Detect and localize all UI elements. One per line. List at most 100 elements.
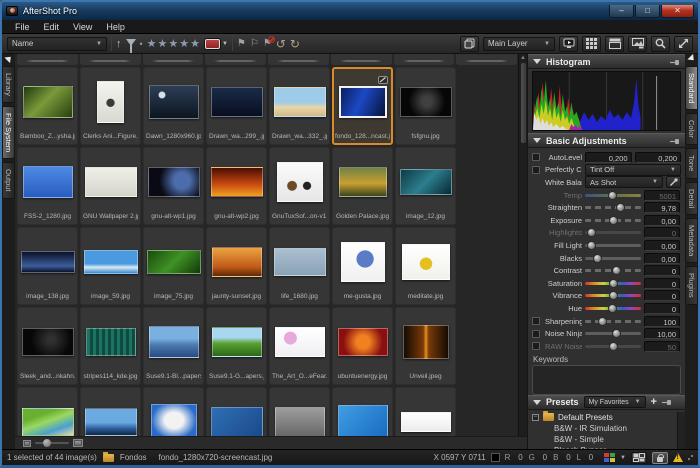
clipped-thumbnail-cell[interactable] <box>17 54 78 65</box>
thumbnail-cell[interactable]: GnuTuxSof...on-v1.jpg <box>269 147 330 225</box>
clipped-thumbnail-cell[interactable] <box>394 54 455 65</box>
thumbnail-cell[interactable]: Drawn_wa...299_.jpg <box>206 67 267 145</box>
tab-tone[interactable]: Tone <box>685 148 698 178</box>
multi-view-icon[interactable] <box>605 36 624 52</box>
menu-file[interactable]: File <box>8 22 37 32</box>
slider-handle[interactable] <box>598 317 607 326</box>
warning-icon[interactable] <box>673 453 683 462</box>
highlights-value[interactable]: 0 <box>644 227 680 238</box>
noise-ninja-checkbox[interactable] <box>532 330 540 338</box>
small-thumbnail-icon[interactable] <box>23 440 31 447</box>
thumbnail-cell[interactable]: ubuntuenergy.jpg <box>332 307 393 385</box>
basic-adjustments-header[interactable]: Basic Adjustments <box>528 133 685 148</box>
saturation-value[interactable]: 0 <box>644 278 680 289</box>
thumbnail-cell[interactable]: image_75.jpg <box>143 227 204 305</box>
pin-icon[interactable] <box>662 393 672 411</box>
vibrance-slider[interactable] <box>585 291 641 300</box>
slider-handle[interactable] <box>612 329 621 338</box>
thumbnail-cell[interactable]: GNU Wallpaper 2.jpg <box>80 147 141 225</box>
flag-reject-icon[interactable]: ⚐ <box>250 37 259 51</box>
white-balance-dropdown[interactable]: As Shot▼ <box>585 176 663 188</box>
thumbnail-cell[interactable]: image_12.jpg <box>395 147 456 225</box>
color-label-dropdown[interactable]: ▼ <box>205 37 228 51</box>
temp-slider[interactable] <box>585 191 641 200</box>
raw-noise-checkbox[interactable] <box>532 342 540 350</box>
thumbnail-cell[interactable]: Sleek_and...nkahn.jpg <box>17 307 78 385</box>
resize-grip[interactable] <box>688 455 693 460</box>
scrollbar-thumb[interactable] <box>521 63 526 143</box>
raw-noise-value[interactable]: 50 <box>644 341 680 352</box>
thumbnail-cell[interactable]: me-gusta.jpg <box>332 227 393 305</box>
preset-item[interactable]: B&W - Simple <box>532 434 677 445</box>
layers-icon[interactable] <box>460 36 479 52</box>
slider-handle[interactable] <box>616 203 625 212</box>
collapse-arrow-icon[interactable] <box>687 54 696 63</box>
straighten-value[interactable]: 9,78 <box>644 202 680 213</box>
thumbnail-cell[interactable]: fondo_128...ncast.jpg <box>332 67 393 145</box>
preset-item[interactable]: B&W - IR Simulation <box>532 423 677 434</box>
thumbnail-cell[interactable]: Suse9.1-G...apers.jpg <box>206 307 267 385</box>
vibrance-value[interactable]: 0 <box>644 290 680 301</box>
star-rating-filter[interactable]: ★★★★★ <box>147 37 201 51</box>
collapse-arrow-icon[interactable] <box>4 54 13 63</box>
perfectly-clear-dropdown[interactable]: Tint Off▼ <box>585 164 681 176</box>
tab-metadata[interactable]: Metadata <box>685 218 698 263</box>
close-button[interactable]: ✕ <box>661 5 694 18</box>
histogram-header[interactable]: Histogram <box>528 54 685 69</box>
slider-handle[interactable] <box>587 228 596 237</box>
hue-slider[interactable] <box>585 304 641 313</box>
scroll-up-icon[interactable]: ▲ <box>520 54 526 62</box>
thumbnail-cell[interactable]: life_1680.jpg <box>269 227 330 305</box>
thumbnail-cell[interactable]: image_138.jpg <box>17 227 78 305</box>
fullscreen-icon[interactable] <box>674 36 693 52</box>
preview-view-icon[interactable] <box>628 36 647 52</box>
current-folder[interactable]: Fondos <box>120 453 147 462</box>
add-preset-button[interactable]: + <box>651 396 657 408</box>
menu-view[interactable]: View <box>66 22 99 32</box>
thumbnail-cell[interactable]: Dawn_1280x960.jpg <box>143 67 204 145</box>
thumbnail-cell[interactable]: meditate.jpg <box>395 227 456 305</box>
thumbnail-cell[interactable]: jaunty-sunset.jpg <box>206 227 267 305</box>
perfectly-clear-checkbox[interactable] <box>532 166 540 174</box>
large-thumbnail-icon[interactable] <box>73 439 83 447</box>
thumbnail-cell[interactable]: Suse9.1-Bl...papers.jpg <box>143 307 204 385</box>
fill-light-value[interactable]: 0,00 <box>644 240 680 251</box>
saturation-slider[interactable] <box>585 279 641 288</box>
thumbnail-cell[interactable]: vista-wall...h-tree.jpg <box>17 387 78 436</box>
thumbnail-cell[interactable]: Drawn_wa...332_.jpg <box>269 67 330 145</box>
thumbnail-cell[interactable]: Unveil.jpeg <box>395 307 456 385</box>
tab-color[interactable]: Color <box>685 113 698 145</box>
tab-plugins[interactable]: Plugins <box>685 266 698 305</box>
menu-help[interactable]: Help <box>99 22 132 32</box>
presets-favorites-dropdown[interactable]: My Favorites ▼ <box>584 396 646 408</box>
slider-handle[interactable] <box>609 291 618 300</box>
thumbnail-cell[interactable]: stripes114_kde.jpg <box>80 307 141 385</box>
thumbnail-cell[interactable]: vista-wall...r-dock.jpg <box>80 387 141 436</box>
thumbnail-cell[interactable]: gnu-alt-wp2.jpg <box>206 147 267 225</box>
tab-file-system[interactable]: File System <box>2 106 15 159</box>
presets-header[interactable]: Presets My Favorites ▼ + <box>528 395 685 410</box>
slider-handle[interactable] <box>593 254 602 263</box>
temp-value[interactable]: 5001 <box>644 190 680 201</box>
thumbnail-cell[interactable]: The_Art_O...eFear.jpg <box>269 307 330 385</box>
slider-handle[interactable] <box>609 342 618 351</box>
thumbnail-cell[interactable] <box>395 387 456 436</box>
noise-ninja-slider[interactable] <box>585 329 641 338</box>
thumbnail-cell[interactable]: Bamboo_Z...ysha.jpg <box>17 67 78 145</box>
sharpening-checkbox[interactable] <box>532 317 540 325</box>
tab-standard[interactable]: Standard <box>685 66 698 110</box>
clipped-thumbnail-cell[interactable] <box>80 54 141 65</box>
autolevel-value-1[interactable]: 0,200 <box>635 152 682 163</box>
slider-handle[interactable] <box>608 191 617 200</box>
exposure-slider[interactable] <box>585 216 641 225</box>
slideshow-icon[interactable] <box>559 36 578 52</box>
highlights-slider[interactable] <box>585 228 641 237</box>
clipped-thumbnail-cell[interactable] <box>143 54 204 65</box>
fill-light-slider[interactable] <box>585 241 641 250</box>
contrast-value[interactable]: 0 <box>644 265 680 276</box>
minimize-button[interactable]: – <box>609 5 634 18</box>
thumbnail-cell[interactable]: fsfgnu.jpg <box>395 67 456 145</box>
blacks-slider[interactable] <box>585 254 641 263</box>
chevron-down-icon[interactable]: ▼ <box>620 455 626 461</box>
collapse-minus-icon[interactable]: − <box>532 414 539 421</box>
